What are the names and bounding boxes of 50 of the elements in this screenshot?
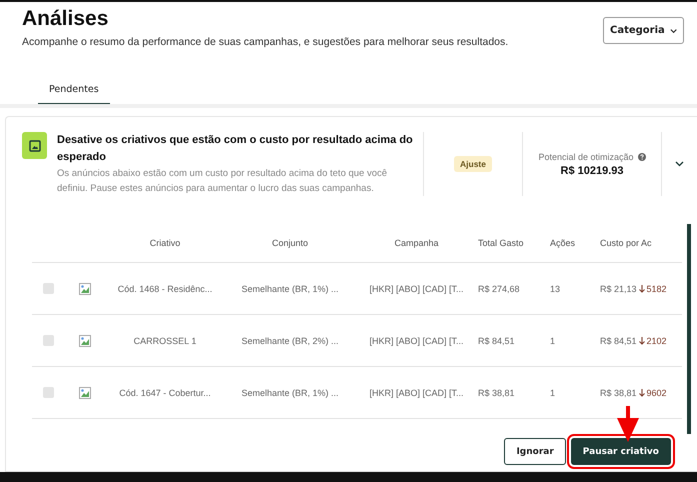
table-cell: R$ 21,13 [600,284,637,294]
help-icon [638,152,646,160]
suggestion-title: Desative os criativos que estão com o custo por resultado acima do esperado [57,133,413,165]
table-cell: [HKR] [ABO] [CAD] [T... [369,284,464,294]
chevron-down-icon [675,161,684,167]
chevron-down-icon [670,28,677,34]
arrow-down-icon [638,336,645,344]
suggestion-description: Os anúncios abaixo estão com um custo por resultado acima do teto que você definiu. Pause estes anúncios para aumentar o lucro das suas campanhas. [57,167,388,196]
column-header: Ações [550,238,576,248]
table-cell: 13 [550,284,560,294]
table-cell: 1 [550,388,556,398]
table-cell: R$ 38,81 [600,388,637,398]
page-title: Análises [22,7,110,31]
table-cell: Cód. 1647 - Cobertur... [119,388,211,398]
potential-value: R$ 10219.93 [560,164,624,176]
table-cell: Semelhante (BR, 1%) ... [241,284,339,294]
broken-image-icon [79,282,91,294]
table-cell: Semelhante (BR, 2%) ... [241,336,339,346]
image-icon [22,132,47,159]
table-cell: [HKR] [ABO] [CAD] [T... [369,336,464,346]
column-header: Criativo [150,238,180,248]
adjust-badge: Ajuste [454,156,492,172]
ignore-button[interactable]: Ignorar [504,438,566,465]
arrow-down-icon [638,388,645,396]
tab[interactable]: Pendentes [38,84,110,104]
table-cell: R$ 274,68 [478,284,520,294]
table-cell: R$ 84,51 [600,336,637,346]
table-cell: [HKR] [ABO] [CAD] [T... [369,388,464,398]
row-checkbox[interactable] [43,283,54,294]
column-header: Custo por Ac [600,238,652,248]
potential-label: Potencial de otimização [538,152,646,162]
table-cell: Cód. 1468 - Residênc... [118,284,212,294]
page-subtitle: Acompanhe o resumo da performance de suas campanhas, e sugestões para melhorar seus resultados. [22,36,508,48]
table-cell: R$ 84,51 [478,336,515,346]
category-dropdown[interactable]: Categoria [603,17,684,44]
change-value: 9602 [646,388,667,398]
table-cell: CARROSSEL 1 [134,336,196,346]
row-checkbox[interactable] [43,335,54,346]
broken-image-icon [79,386,91,398]
arrow-down-icon [638,284,645,292]
change-value: 5182 [646,284,667,294]
change-value: 2102 [646,336,667,346]
table-cell: R$ 38,81 [478,388,515,398]
column-header: Conjunto [272,238,308,248]
column-header: Campanha [394,238,439,248]
column-header: Total Gasto [478,238,524,248]
table-cell: 1 [550,336,556,346]
row-checkbox[interactable] [43,387,54,398]
broken-image-icon [79,334,91,346]
table-cell: Semelhante (BR, 1%) ... [241,388,339,398]
